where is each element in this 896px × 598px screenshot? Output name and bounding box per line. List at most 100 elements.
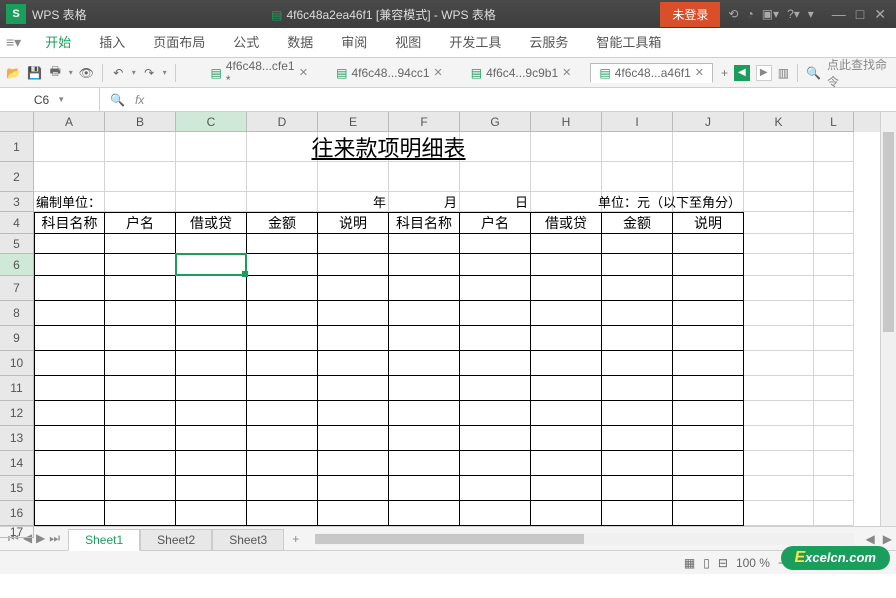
menu-dev[interactable]: 开发工具 — [435, 28, 515, 58]
body-cell[interactable] — [247, 426, 318, 451]
cell-K8[interactable] — [744, 301, 814, 326]
body-cell[interactable] — [176, 351, 247, 376]
body-cell[interactable] — [105, 451, 176, 476]
sheet-tab-2[interactable]: Sheet2 — [140, 529, 212, 551]
cell-B2[interactable] — [105, 162, 176, 192]
row-header-11[interactable]: 11 — [0, 376, 34, 401]
body-cell[interactable] — [318, 476, 389, 501]
body-cell[interactable] — [389, 501, 460, 526]
vertical-scrollbar[interactable] — [880, 112, 896, 526]
body-cell[interactable] — [602, 451, 673, 476]
cell-K10[interactable] — [744, 351, 814, 376]
body-cell[interactable] — [602, 351, 673, 376]
body-cell[interactable] — [34, 301, 105, 326]
row-header-4[interactable]: 4 — [0, 212, 34, 234]
skin-icon[interactable]: ▣▾ — [762, 7, 779, 21]
header-1[interactable]: 户名 — [105, 212, 176, 234]
scroll-thumb[interactable] — [883, 132, 894, 332]
save-icon[interactable]: 💾 — [27, 65, 42, 81]
col-header-C[interactable]: C — [176, 112, 247, 132]
hscroll-right[interactable]: ▶ — [879, 532, 896, 546]
body-cell[interactable] — [673, 501, 744, 526]
last-sheet-icon[interactable]: ⏭ — [49, 531, 60, 546]
body-cell[interactable] — [247, 476, 318, 501]
body-cell[interactable] — [34, 351, 105, 376]
cell-L6[interactable] — [814, 254, 854, 276]
col-header-F[interactable]: F — [389, 112, 460, 132]
body-cell[interactable] — [318, 451, 389, 476]
menu-view[interactable]: 视图 — [381, 28, 435, 58]
body-cell[interactable] — [105, 401, 176, 426]
body-cell[interactable] — [318, 276, 389, 301]
row-header-6[interactable]: 6 — [0, 254, 34, 276]
row-header-3[interactable]: 3 — [0, 192, 34, 212]
menu-cloud[interactable]: 云服务 — [515, 28, 582, 58]
cell-H2[interactable] — [531, 162, 602, 192]
body-cell[interactable] — [673, 476, 744, 501]
menu-data[interactable]: 数据 — [273, 28, 327, 58]
body-cell[interactable] — [389, 276, 460, 301]
menu-layout[interactable]: 页面布局 — [139, 28, 219, 58]
body-cell[interactable] — [531, 426, 602, 451]
cell-L8[interactable] — [814, 301, 854, 326]
minimize-button[interactable]: — — [832, 6, 846, 23]
tab-close-icon[interactable]: ✕ — [695, 66, 704, 79]
cell-L1[interactable] — [814, 132, 854, 162]
body-cell[interactable] — [602, 254, 673, 276]
header-5[interactable]: 科目名称 — [389, 212, 460, 234]
cloud-icon[interactable]: ◔ — [746, 7, 753, 21]
next-sheet-icon[interactable]: ▶ — [36, 531, 45, 546]
body-cell[interactable] — [531, 501, 602, 526]
cell-K11[interactable] — [744, 376, 814, 401]
scroll-thumb[interactable] — [315, 534, 584, 544]
body-cell[interactable] — [105, 476, 176, 501]
undo-icon[interactable]: ↶ — [111, 65, 126, 81]
row-header-8[interactable]: 8 — [0, 301, 34, 326]
body-cell[interactable] — [531, 276, 602, 301]
body-cell[interactable] — [318, 234, 389, 254]
cell-A2[interactable] — [34, 162, 105, 192]
body-cell[interactable] — [176, 476, 247, 501]
body-cell[interactable] — [247, 326, 318, 351]
body-cell[interactable] — [105, 351, 176, 376]
body-cell[interactable] — [531, 234, 602, 254]
body-cell[interactable] — [602, 326, 673, 351]
body-cell[interactable] — [247, 254, 318, 276]
body-cell[interactable] — [34, 376, 105, 401]
body-cell[interactable] — [34, 276, 105, 301]
body-cell[interactable] — [318, 254, 389, 276]
body-cell[interactable] — [460, 476, 531, 501]
body-cell[interactable] — [176, 301, 247, 326]
col-header-H[interactable]: H — [531, 112, 602, 132]
body-cell[interactable] — [176, 376, 247, 401]
body-cell[interactable] — [247, 501, 318, 526]
close-button[interactable]: ✕ — [874, 6, 886, 23]
fx-label[interactable]: fx — [135, 93, 144, 107]
cell-K15[interactable] — [744, 476, 814, 501]
body-cell[interactable] — [34, 401, 105, 426]
body-cell[interactable] — [673, 234, 744, 254]
body-cell[interactable] — [176, 254, 247, 276]
body-cell[interactable] — [34, 501, 105, 526]
body-cell[interactable] — [247, 301, 318, 326]
body-cell[interactable] — [176, 401, 247, 426]
col-header-L[interactable]: L — [814, 112, 854, 132]
cell-K12[interactable] — [744, 401, 814, 426]
body-cell[interactable] — [34, 476, 105, 501]
redo-icon[interactable]: ↷ — [142, 65, 157, 81]
horizontal-scrollbar[interactable] — [315, 533, 853, 545]
view-split-icon[interactable]: ⊟ — [718, 556, 728, 570]
body-cell[interactable] — [460, 451, 531, 476]
body-cell[interactable] — [389, 451, 460, 476]
header-9[interactable]: 说明 — [673, 212, 744, 234]
body-cell[interactable] — [602, 301, 673, 326]
body-cell[interactable] — [105, 234, 176, 254]
body-cell[interactable] — [318, 501, 389, 526]
cell-L9[interactable] — [814, 326, 854, 351]
body-cell[interactable] — [673, 301, 744, 326]
sheet-tab-3[interactable]: Sheet3 — [212, 529, 284, 551]
header-6[interactable]: 户名 — [460, 212, 531, 234]
row-header-9[interactable]: 9 — [0, 326, 34, 351]
dropdown-icon[interactable]: ▼ — [57, 95, 65, 104]
header-7[interactable]: 借或贷 — [531, 212, 602, 234]
